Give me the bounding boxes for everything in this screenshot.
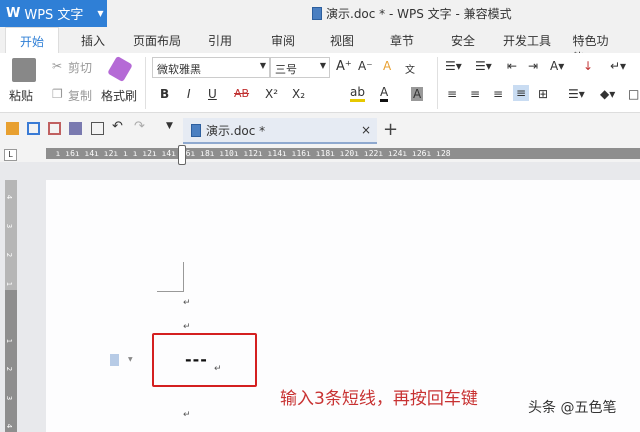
clear-format-icon[interactable]: A [383, 59, 391, 73]
ruler-number: 3 [5, 224, 13, 228]
wps-menu-button[interactable]: WWPS 文字▼ [0, 0, 107, 27]
align-left-icon[interactable]: ≡ [447, 87, 457, 101]
font-color-button[interactable]: A [380, 85, 388, 102]
increase-indent-icon[interactable]: ⇥ [528, 59, 538, 73]
format-painter-icon[interactable] [107, 56, 133, 82]
paste-button[interactable]: 粘贴 [9, 87, 33, 104]
ruler-number: 1 [5, 339, 13, 343]
format-painter-button[interactable]: 格式刷 [101, 87, 137, 104]
italic-button[interactable]: I [187, 87, 191, 101]
export-pdf-icon[interactable] [48, 122, 61, 135]
show-marks-icon[interactable]: ↵▾ [610, 59, 626, 73]
ruler-number: 3 [5, 396, 13, 400]
paragraph-mark: ↵ [183, 322, 191, 332]
copy-button[interactable]: 复制 [68, 87, 92, 104]
grow-font-button[interactable]: A⁺ [336, 59, 352, 74]
ribbon-tabs: 开始 插入 页面布局 引用 审阅 视图 章节 安全 开发工具 特色功能 [0, 27, 640, 53]
typed-dashes: --- [185, 350, 208, 369]
subscript-button[interactable]: X₂ [292, 87, 305, 101]
chevron-down-icon: ▼ [320, 61, 326, 70]
tab-developer[interactable]: 开发工具 [503, 32, 551, 49]
change-case-icon[interactable]: A▾ [550, 59, 564, 73]
ruler-number: 2 [5, 253, 13, 257]
font-name-select[interactable]: 微软雅黑 ▼ [152, 57, 270, 78]
tab-insert[interactable]: 插入 [81, 32, 105, 49]
strikethrough-button[interactable]: AB [234, 87, 249, 100]
undo-icon[interactable]: ↶ [112, 119, 125, 132]
divider [145, 57, 146, 109]
align-center-icon[interactable]: ≡ [470, 87, 480, 101]
superscript-button[interactable]: X² [265, 87, 278, 101]
tab-review[interactable]: 审阅 [271, 32, 295, 49]
font-size-value: 三号 [275, 63, 297, 76]
print-icon[interactable] [69, 122, 82, 135]
fill-color-icon[interactable]: ◆▾ [600, 87, 615, 101]
close-tab-button[interactable]: × [361, 123, 371, 137]
ruler-number: 4 [5, 424, 13, 428]
ruler-number: 4 [5, 195, 13, 199]
tab-security[interactable]: 安全 [451, 32, 475, 49]
tab-section[interactable]: 章节 [390, 32, 414, 49]
document-icon [312, 7, 322, 20]
font-size-select[interactable]: 三号 ▼ [270, 57, 330, 78]
chevron-down-icon: ▼ [97, 9, 103, 18]
justify-icon[interactable]: ≡ [513, 85, 529, 101]
highlight-button[interactable]: ab [350, 85, 365, 102]
paragraph-mark: ↵ [183, 410, 191, 420]
vertical-ruler[interactable]: 4 3 2 1 1 2 3 4 [5, 180, 17, 432]
copy-icon[interactable]: ❐ [52, 87, 63, 101]
tab-view[interactable]: 视图 [330, 32, 354, 49]
border-icon[interactable]: □ [628, 87, 639, 101]
distribute-icon[interactable]: ⊞ [538, 87, 548, 101]
cut-icon[interactable]: ✂ [52, 59, 62, 73]
font-name-value: 微软雅黑 [157, 63, 201, 76]
horizontal-ruler[interactable]: ı ı6ı ı4ı ı2ı ı ı ı2ı ı4ı ı6ı ı8ı ı10ı ı… [46, 148, 640, 159]
paste-icon[interactable] [12, 58, 36, 82]
annotation-text: 输入3条短线，再按回车键 [280, 384, 478, 409]
numbering-icon[interactable]: ☰▾ [475, 59, 492, 73]
tab-references[interactable]: 引用 [208, 32, 232, 49]
ruler-number: 2 [5, 367, 13, 371]
decrease-indent-icon[interactable]: ⇤ [507, 59, 517, 73]
chevron-down-icon[interactable]: ▼ [128, 356, 133, 363]
save-icon[interactable] [27, 122, 40, 135]
tab-page-layout[interactable]: 页面布局 [133, 32, 181, 49]
wps-menu-label: WPS 文字 [24, 4, 83, 23]
cut-button[interactable]: 剪切 [68, 59, 92, 76]
ribbon: 粘贴 ✂ 剪切 ❐ 复制 格式刷 微软雅黑 ▼ 三号 ▼ A⁺ A⁻ A 文 B I… [0, 53, 640, 113]
chevron-down-icon: ▼ [260, 61, 266, 70]
phonetic-button[interactable]: 文 [405, 61, 415, 76]
customize-dropdown-icon[interactable]: ▼ [166, 121, 179, 134]
window-title-text: 演示.doc * - WPS 文字 - 兼容模式 [326, 5, 512, 22]
window-title: 演示.doc * - WPS 文字 - 兼容模式 [312, 5, 512, 22]
underline-button[interactable]: U [208, 87, 217, 101]
paste-options-icon[interactable] [110, 354, 119, 366]
sort-icon[interactable]: ↓ [583, 59, 593, 73]
document-tab[interactable]: 演示.doc * × [183, 118, 377, 144]
char-shading-button[interactable]: A [411, 87, 423, 101]
tab-home[interactable]: 开始 [5, 27, 59, 54]
bold-button[interactable]: B [160, 87, 169, 101]
bullets-icon[interactable]: ☰▾ [445, 59, 462, 73]
document-tab-label: 演示.doc * [206, 122, 265, 139]
paragraph-mark: ↵ [183, 298, 191, 308]
new-tab-button[interactable]: + [383, 119, 398, 140]
tab-stop-selector[interactable]: L [4, 149, 17, 161]
line-spacing-icon[interactable]: ☰▾ [568, 87, 585, 101]
redo-icon[interactable]: ↷ [134, 119, 147, 132]
align-right-icon[interactable]: ≡ [493, 87, 503, 101]
watermark: 头条 @五色笔 [528, 397, 616, 417]
indent-marker[interactable] [178, 145, 186, 165]
open-icon[interactable] [6, 122, 19, 135]
ruler-number: 1 [5, 282, 13, 286]
paragraph-mark: ↵ [214, 364, 222, 374]
print-preview-icon[interactable] [91, 122, 104, 135]
shrink-font-button[interactable]: A⁻ [358, 59, 373, 73]
margin-corner-mark [157, 262, 184, 292]
divider [437, 57, 438, 109]
document-icon [191, 124, 201, 137]
